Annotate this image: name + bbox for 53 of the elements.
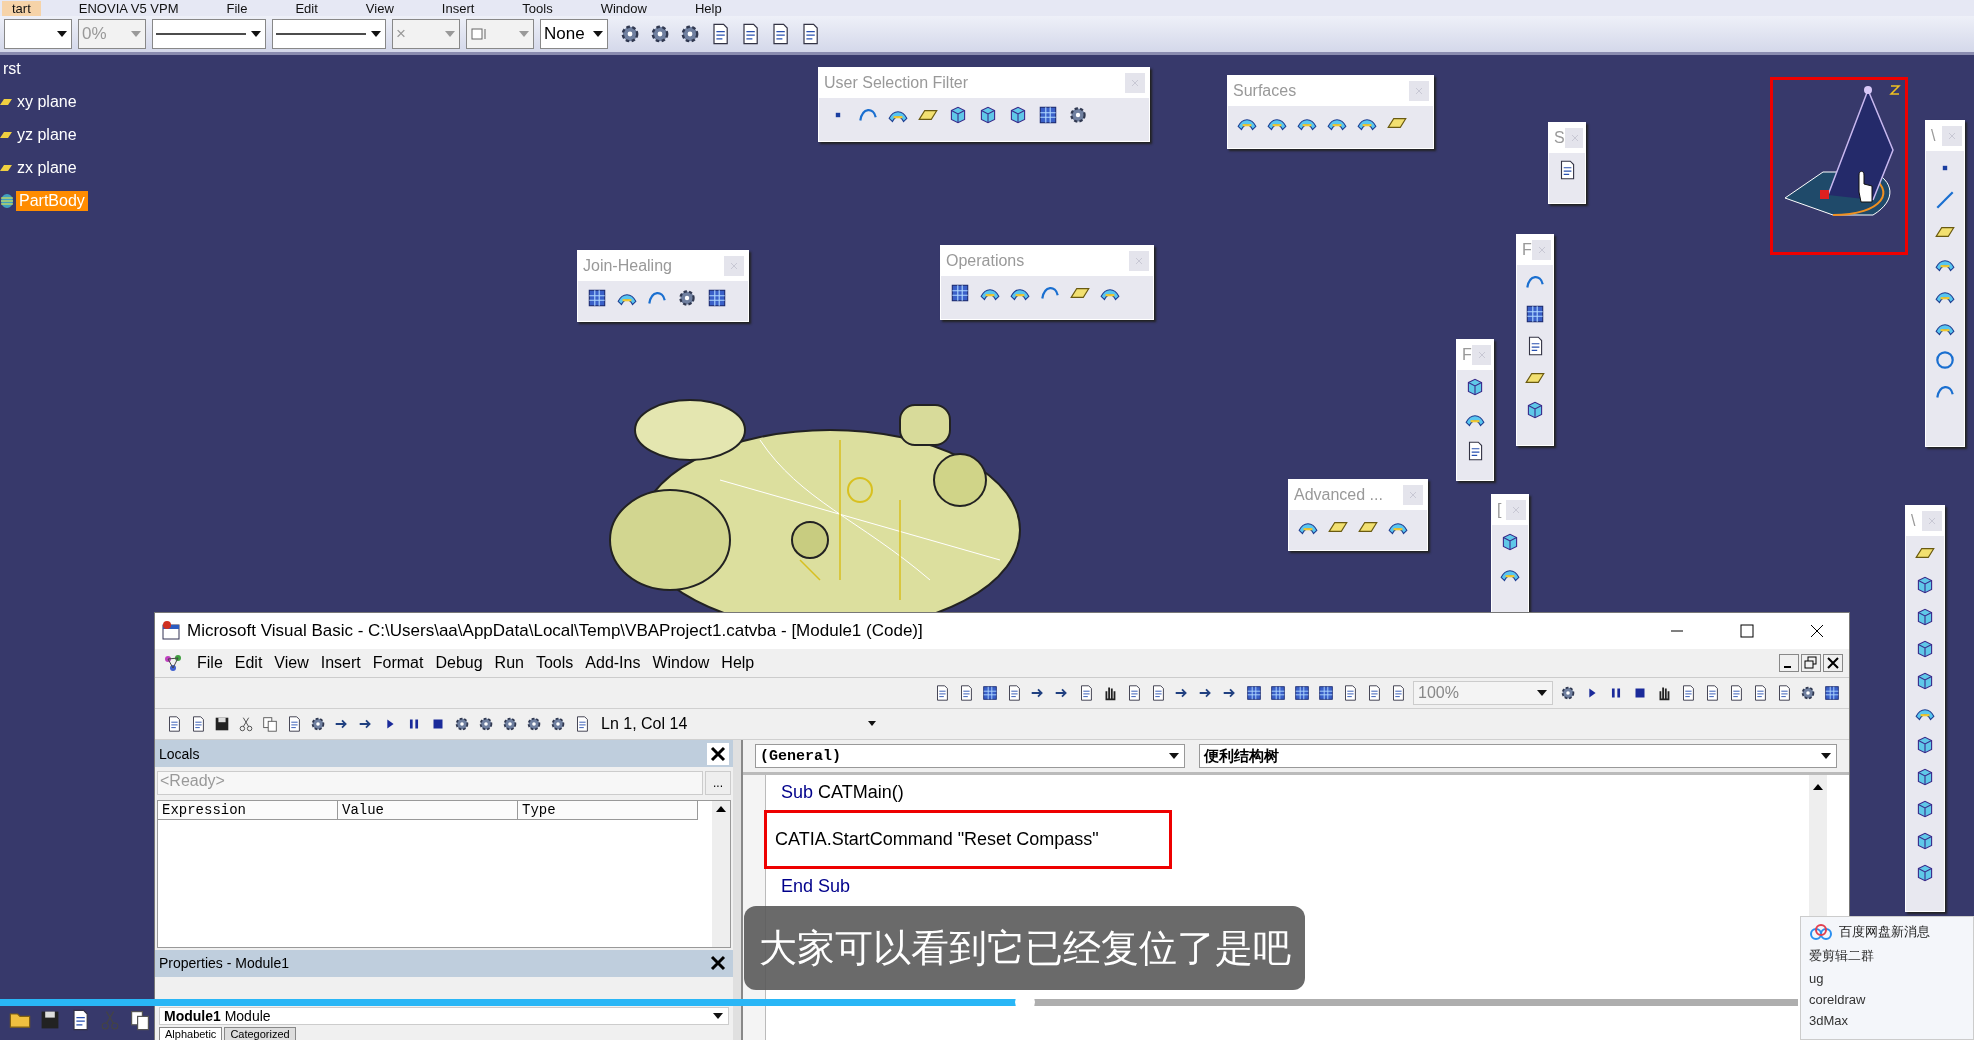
code-line: End Sub <box>780 875 852 898</box>
object-dropdown[interactable]: (General) <box>755 744 1185 768</box>
menu-item[interactable]: Tools <box>512 0 563 16</box>
menu-item[interactable]: Run <box>494 654 524 672</box>
position-field: Ln 1, Col 14 <box>597 712 880 736</box>
menu-item[interactable]: tart <box>2 0 41 16</box>
menu-item[interactable]: Window <box>652 654 710 672</box>
tree-item[interactable]: yz plane <box>14 125 80 145</box>
code-line: Sub CATMain() <box>780 781 905 804</box>
menu-item[interactable]: File <box>216 0 258 16</box>
status-field: <Ready> <box>157 770 703 795</box>
pane-title: Locals <box>159 745 200 762</box>
tree-item[interactable]: xy plane <box>14 92 80 112</box>
toolbar-title: \ <box>1911 512 1916 530</box>
menu-item[interactable]: Help <box>721 654 755 672</box>
toolbar-title: S <box>1554 129 1565 147</box>
toolbar-title: F <box>1462 346 1472 364</box>
menu-item[interactable]: Edit <box>234 654 263 672</box>
toolbar-title: User Selection Filter <box>824 74 969 92</box>
tree-item[interactable]: rst <box>0 59 24 79</box>
tree-item[interactable]: zx plane <box>14 158 80 178</box>
tab[interactable]: Alphabetic <box>159 1027 223 1040</box>
menu-item[interactable]: Edit <box>285 0 328 16</box>
toolbar-title: [ <box>1497 501 1502 519</box>
menu-item[interactable]: Help <box>684 0 732 16</box>
dropdown[interactable]: None <box>540 19 608 49</box>
window-title: Microsoft Visual Basic - C:\Users\aa\AppData\Local\Temp\VBAProject1.catvba - [Module1 (Code)] <box>187 621 923 641</box>
menu-item[interactable]: Add-Ins <box>585 654 641 672</box>
procedure-dropdown[interactable]: 便利结构树 <box>1199 744 1837 768</box>
menu-item[interactable]: ENOVIA V5 VPM <box>68 0 189 16</box>
toolbar-title: Advanced ... <box>1294 486 1383 504</box>
column-header[interactable]: Expression <box>158 801 338 820</box>
column-header[interactable]: Value <box>338 801 518 820</box>
menu-item[interactable]: File <box>197 654 223 672</box>
menu-item[interactable]: Window <box>590 0 657 16</box>
menu-item[interactable]: Insert <box>320 654 361 672</box>
toolbar-title: Surfaces <box>1233 82 1297 100</box>
toolbar-title: \ <box>1931 127 1936 145</box>
object-dropdown[interactable]: Module1 Module <box>159 1007 729 1025</box>
menu-item[interactable]: Debug <box>435 654 483 672</box>
more-button[interactable]: ... <box>705 770 731 795</box>
pane-title: Properties - Module1 <box>159 955 289 972</box>
toolbar-title: F <box>1522 241 1532 259</box>
video-subtitle: 大家可以看到它已经复位了是吧 <box>744 906 1305 990</box>
menu-item[interactable]: Tools <box>535 654 574 672</box>
menu-item[interactable]: View <box>355 0 404 16</box>
menu-item[interactable]: Insert <box>431 0 485 16</box>
toolbar-title: Join-Healing <box>583 257 672 275</box>
tab[interactable]: Categorized <box>224 1027 296 1040</box>
column-header[interactable]: Type <box>518 801 698 820</box>
toolbar-title: Operations <box>946 252 1025 270</box>
menu-item[interactable]: Format <box>372 654 424 672</box>
menu-item[interactable]: View <box>274 654 309 672</box>
